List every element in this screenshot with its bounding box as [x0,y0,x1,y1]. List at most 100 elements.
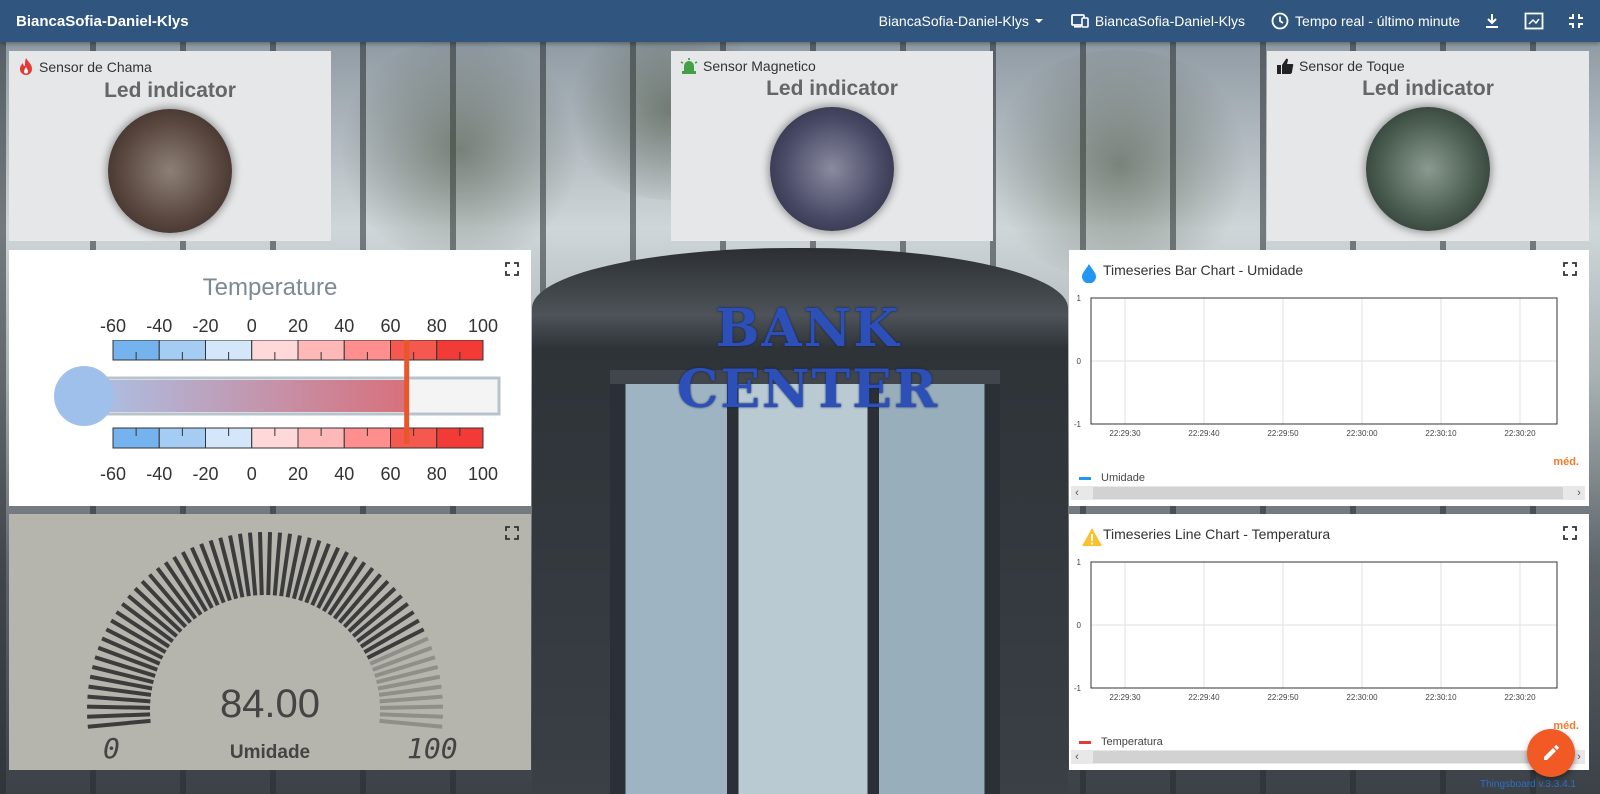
x-tick-label: 22:29:30 [1109,693,1141,702]
scale-tick-label: 80 [426,316,447,336]
clock-icon [1271,12,1289,30]
chart-scrollbar[interactable]: ‹ › [1071,750,1585,764]
scale-tick-label: 40 [334,316,355,336]
x-tick-label: 22:30:20 [1504,429,1536,438]
scrollbar-thumb[interactable] [1093,487,1563,499]
chart-title: Timeseries Line Chart - Temperatura [1103,526,1331,542]
scale-tick-label: 20 [287,316,309,336]
chart-legend[interactable]: Umidade [1079,472,1145,484]
fullscreen-icon [1524,12,1544,30]
download-button[interactable] [1484,13,1500,29]
y-tick-label: 1 [1077,558,1082,567]
water-drop-icon [1082,264,1096,283]
dashboard-selector-label: BiancaSofia-Daniel-Klys [878,13,1029,29]
pencil-icon [1544,745,1559,760]
y-tick-label: 0 [1077,357,1082,366]
expand-icon[interactable] [1563,262,1577,276]
led-indicator-light [1366,107,1490,231]
line-chart-plot: 1 0 -1 22:29:30 22:29:40 22:29:50 22:30:00 22:3… [1074,558,1558,702]
led-widget-label: Sensor de Chama [39,59,152,75]
devices-icon [1070,14,1089,28]
chart-title: Timeseries Bar Chart - Umidade [1103,262,1304,278]
gauge-bar-segment [140,579,188,629]
temperature-widget: Temperature -60 -40 -20 0 20 40 60 80 100 -60 -40… [9,250,531,506]
alarm-light-icon [680,58,698,74]
warning-icon [1082,528,1102,546]
y-tick-label: -1 [1074,420,1082,429]
scrollbar-thumb[interactable] [1093,751,1563,763]
legend-label: Temperatura [1101,736,1163,748]
scale-tick-label: 100 [467,464,499,484]
led-widget-toque: Sensor de Toque Led indicator [1267,51,1589,241]
gauge-bar-segment [272,532,283,596]
temperature-title: Temperature [202,274,338,301]
gauge-max-label: 100 [407,732,458,765]
scale-tick-label: 0 [246,464,257,484]
x-tick-label: 22:30:00 [1346,693,1378,702]
dashboard-selector[interactable]: BiancaSofia-Daniel-Klys [879,13,1045,29]
scale-tick-label: -20 [192,316,219,336]
led-widget-label: Sensor Magnetico [703,58,816,74]
hand-touch-icon [1277,58,1294,74]
version-link[interactable]: Thingsboard v.3.3.4.1 [1480,779,1576,790]
scroll-left-icon[interactable]: ‹ [1071,487,1083,499]
average-label: méd. [1553,456,1579,468]
bank-sign: BANK CENTER [676,298,940,420]
expand-icon[interactable] [505,262,519,276]
exit-fullscreen-button[interactable] [1568,13,1584,29]
x-tick-label: 22:29:30 [1109,429,1141,438]
x-tick-label: 22:30:00 [1346,429,1378,438]
humidity-gauge-widget: 84.00 Umidade 0 100 [9,514,531,770]
led-widget-header: Sensor de Toque [1267,51,1589,75]
led-widget-label: Sensor de Toque [1299,58,1405,74]
x-tick-label: 22:29:40 [1188,693,1220,702]
x-tick-label: 22:30:20 [1504,693,1536,702]
top-toolbar: BiancaSofia-Daniel-Klys BiancaSofia-Dani… [0,0,1600,42]
edit-dashboard-button[interactable] [1527,729,1575,777]
timewindow-label: Tempo real - último minute [1295,13,1460,29]
y-tick-label: 1 [1077,294,1082,303]
scale-tick-label: 60 [380,464,401,484]
scale-tick-label: 20 [287,464,309,484]
led-indicator-light [108,109,232,233]
scale-tick-label: -60 [99,316,127,336]
legend-label: Umidade [1101,472,1146,484]
scale-tick-label: -40 [146,316,173,336]
temperature-scale-bottom: -60 -40 -20 0 20 40 60 80 100 [91,464,511,484]
gauge-bar-segment [257,532,264,596]
x-tick-label: 22:29:50 [1267,429,1299,438]
entity-alias-label: BiancaSofia-Daniel-Klys [1094,13,1246,29]
gauge-bar-segment [347,586,397,633]
led-widget-header: Sensor de Chama [9,51,331,77]
chart-scrollbar[interactable]: ‹ › [1071,486,1585,500]
y-tick-label: -1 [1074,684,1082,693]
chart-legend[interactable]: Temperatura [1079,736,1163,748]
x-tick-label: 22:30:10 [1425,693,1457,702]
led-indicator-title: Led indicator [1362,77,1494,100]
scale-tick-label: -60 [99,464,127,484]
thermometer-bulb [54,366,114,426]
gauge-bar-segment [247,532,258,596]
gauge-bar-segment [266,532,273,596]
bar-chart-widget: Timeseries Bar Chart - Umidade 1 0 -1 22:29… [1069,250,1589,506]
fire-icon [20,58,32,75]
led-widget-header: Sensor Magnetico [671,51,993,75]
scale-tick-label: 0 [246,316,257,336]
expand-icon[interactable] [1563,526,1577,540]
gauge-bar-segment [342,579,390,629]
x-tick-label: 22:29:40 [1188,429,1220,438]
entity-alias-button[interactable]: BiancaSofia-Daniel-Klys [1070,13,1246,29]
legend-swatch [1079,740,1091,744]
scale-tick-label: 100 [467,316,499,336]
timewindow-button[interactable]: Tempo real - último minute [1271,12,1460,30]
temperature-scale-top: -60 -40 -20 0 20 40 60 80 100 [91,316,511,336]
caret-down-icon [1034,19,1043,23]
scroll-right-icon[interactable]: › [1573,487,1585,499]
scroll-left-icon[interactable]: ‹ [1071,751,1083,763]
gauge-value: 84.00 [219,682,321,726]
download-icon [1486,14,1498,28]
scale-tick-label: -20 [192,464,219,484]
exit-fullscreen-icon [1569,14,1583,28]
led-indicator-title: Led indicator [104,79,236,102]
fullscreen-button[interactable] [1524,12,1544,30]
